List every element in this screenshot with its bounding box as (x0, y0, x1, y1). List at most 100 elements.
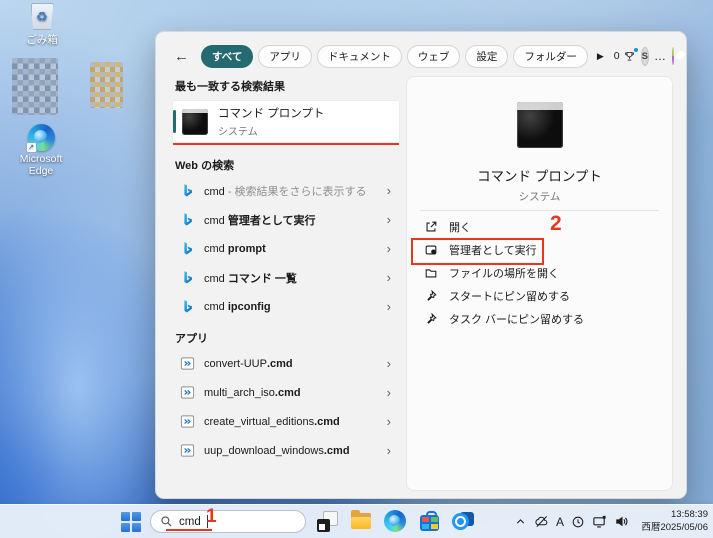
cmd-prompt-icon-large (516, 102, 563, 148)
desktop-icon-edge[interactable]: ↗ Microsoft Edge (9, 124, 73, 177)
best-match-result[interactable]: コマンド プロンプト システム (173, 101, 399, 145)
detail-title: コマンド プロンプト (477, 169, 602, 184)
shortcut-arrow-icon: ↗ (25, 142, 37, 153)
app-result[interactable]: uup_download_windows.cmd › (173, 436, 399, 465)
action-open[interactable]: 開く (407, 215, 672, 238)
edge-label: Microsoft Edge (19, 153, 63, 177)
app-ext: .cmd (274, 386, 301, 399)
tray-chevron-up-icon[interactable] (514, 515, 527, 528)
action-pin-to-taskbar[interactable]: タスク バーにピン留めする (407, 307, 672, 330)
web-query-rest: 管理者として実行 (227, 214, 316, 227)
bing-icon (184, 242, 192, 255)
folder-icon (425, 268, 437, 277)
bing-icon (184, 184, 192, 197)
search-value: cmd (179, 515, 201, 528)
tab-apps[interactable]: アプリ (258, 44, 312, 68)
start-button[interactable] (121, 511, 141, 532)
file-explorer-button[interactable] (349, 509, 374, 534)
app-result[interactable]: create_virtual_editions.cmd › (173, 407, 399, 436)
app-name: create_virtual_editions (204, 415, 315, 428)
app-result[interactable]: convert-UUP.cmd › (173, 349, 399, 378)
action-run-as-admin[interactable]: 管理者として実行 (407, 238, 672, 261)
chevron-right-icon: › (386, 385, 391, 400)
divider (420, 210, 659, 211)
open-icon (426, 221, 437, 231)
action-open-file-location[interactable]: ファイルの場所を開く (407, 261, 672, 284)
app-name: multi_arch_iso (204, 386, 275, 399)
volume-icon[interactable] (614, 514, 629, 529)
action-label: タスク バーにピン留めする (449, 313, 585, 326)
rewards-count: 0 (613, 50, 620, 62)
annotation-label-2: 2 (550, 212, 562, 235)
tab-all[interactable]: すべて (201, 44, 254, 68)
bing-icon (184, 300, 192, 313)
action-pin-to-start[interactable]: スタートにピン留めする (407, 284, 672, 307)
back-icon[interactable]: ← (174, 48, 189, 65)
tab-settings[interactable]: 設定 (465, 44, 509, 68)
desktop: ♻ ごみ箱 ↗ Microsoft Edge ← すべて アプリ ドキュメント … (0, 0, 713, 538)
cmd-file-icon (180, 386, 195, 399)
action-label: 管理者として実行 (449, 244, 537, 257)
run-as-admin-icon (425, 245, 437, 254)
taskbar: cmd 1 A 13:58:39 西暦2025/05/06 (0, 504, 713, 538)
task-view-button[interactable] (315, 509, 340, 534)
web-section-header: Web の検索 (175, 160, 235, 172)
ime-mode-indicator[interactable]: A (556, 515, 564, 529)
search-filter-bar: ← すべて アプリ ドキュメント ウェブ 設定 フォルダー ▶ 0 S … (174, 43, 687, 69)
web-query-hint: - 検索結果をさらに表示する (224, 185, 367, 198)
web-result[interactable]: cmd prompt › (173, 234, 399, 263)
web-result[interactable]: cmd - 検索結果をさらに表示する › (173, 176, 399, 205)
app-result[interactable]: multi_arch_iso.cmd › (173, 378, 399, 407)
censored-desktop-icon[interactable] (12, 58, 58, 115)
web-query: cmd (204, 185, 225, 198)
tab-documents[interactable]: ドキュメント (316, 44, 402, 68)
clock-time: 13:58:39 (671, 509, 708, 521)
clock[interactable]: 13:58:39 西暦2025/05/06 (636, 509, 708, 534)
network-icon[interactable] (592, 514, 607, 529)
web-query: cmd (204, 214, 228, 227)
result-detail-card: コマンド プロンプト システム 開く 管理者として実行 ファイルの場所を開く ス… (406, 76, 673, 491)
store-button[interactable] (417, 509, 442, 534)
desktop-icon-recycle-bin[interactable]: ♻ ごみ箱 (10, 3, 74, 47)
action-label: ファイルの場所を開く (449, 267, 559, 280)
pin-icon (427, 312, 437, 324)
more-tabs-icon[interactable]: ▶ (597, 51, 604, 62)
recycle-bin-icon: ♻ (30, 3, 54, 30)
results-column: 最も一致する検索結果 コマンド プロンプト システム Web の検索 cmd -… (173, 78, 399, 465)
app-ext: .cmd (323, 444, 350, 457)
chevron-right-icon: › (386, 241, 391, 256)
tray-clock-icon[interactable] (571, 515, 585, 529)
best-match-subtitle: システム (218, 127, 258, 138)
web-result[interactable]: cmd 管理者として実行 › (173, 205, 399, 234)
bing-icon (184, 271, 192, 284)
web-query-rest: ipconfig (227, 300, 271, 313)
chevron-right-icon: › (386, 212, 391, 227)
outlook-button[interactable] (451, 509, 476, 534)
search-flyout: ← すべて アプリ ドキュメント ウェブ 設定 フォルダー ▶ 0 S … 最も… (155, 31, 687, 499)
tab-folders[interactable]: フォルダー (513, 44, 588, 68)
taskbar-search-input[interactable]: cmd (150, 510, 306, 533)
bing-icon (184, 213, 192, 226)
rewards-badge[interactable]: 0 (613, 47, 638, 63)
annotation-label-1: 1 (206, 506, 217, 527)
onedrive-paused-icon[interactable] (534, 514, 549, 529)
copilot-icon[interactable] (671, 47, 687, 65)
chevron-right-icon: › (386, 270, 391, 285)
detail-subtitle: システム (518, 191, 561, 203)
edge-button[interactable] (383, 509, 408, 534)
more-options-icon[interactable]: … (654, 49, 667, 63)
chevron-right-icon: › (386, 183, 391, 198)
account-avatar[interactable]: S (640, 46, 649, 66)
web-query: cmd (204, 242, 228, 255)
web-result[interactable]: cmd ipconfig › (173, 292, 399, 321)
app-name: uup_download_windows (204, 444, 324, 457)
censored-desktop-icon[interactable] (90, 62, 123, 108)
tab-web[interactable]: ウェブ (406, 44, 461, 68)
web-result[interactable]: cmd コマンド 一覧 › (173, 263, 399, 292)
chevron-right-icon: › (386, 299, 391, 314)
cmd-file-icon (180, 444, 195, 457)
rewards-dot (633, 47, 638, 52)
app-name: convert-UUP (204, 357, 267, 370)
apps-section-header: アプリ (175, 333, 208, 345)
selection-accent-bar (173, 110, 176, 133)
